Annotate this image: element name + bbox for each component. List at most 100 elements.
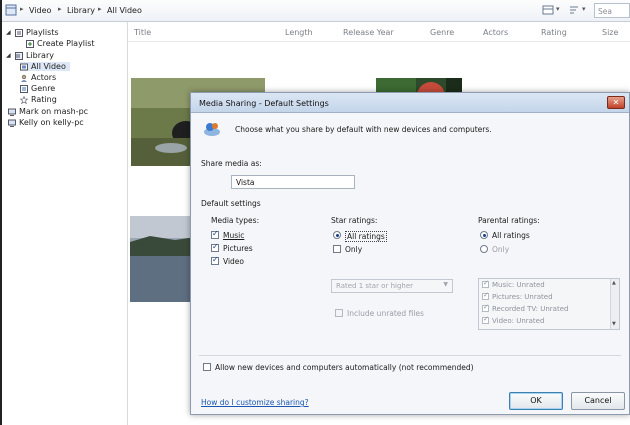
- sidebar-item-create-playlist[interactable]: Create Playlist: [26, 39, 95, 48]
- allow-new-devices-checkbox[interactable]: [203, 363, 211, 371]
- chevron-down-icon[interactable]: ▾: [556, 5, 560, 13]
- sidebar-item-label: Mark on mash-pc: [19, 107, 89, 116]
- star-only-label[interactable]: Only: [345, 245, 362, 254]
- genre-icon: [20, 84, 28, 93]
- chevron-down-icon[interactable]: ▾: [582, 5, 586, 13]
- parental-all-ratings-label[interactable]: All ratings: [492, 231, 530, 240]
- parental-all-ratings-radio[interactable]: [480, 231, 488, 239]
- list-scrollbar[interactable]: ▲ ▼: [610, 279, 619, 329]
- actor-icon: [21, 74, 27, 82]
- sidebar-item-actors[interactable]: Actors: [20, 73, 56, 82]
- cancel-button[interactable]: Cancel: [571, 392, 625, 410]
- media-sharing-dialog: Media Sharing - Default Settings ✕ Choos…: [190, 92, 630, 415]
- column-size[interactable]: Size: [602, 28, 618, 37]
- music-checkbox-label[interactable]: Music: [223, 231, 244, 240]
- column-title[interactable]: Title: [134, 28, 151, 37]
- sidebar-item-label: Library: [26, 51, 54, 60]
- list-item-checkbox[interactable]: [482, 315, 489, 324]
- library-icon: [15, 51, 23, 60]
- chevron-down-icon: ▼: [443, 281, 448, 288]
- breadcrumb-bar: ▸ Video ▸ Library ▸ All Video ▾ ▾ Sea: [2, 0, 630, 22]
- list-item[interactable]: Pictures: Unrated: [482, 291, 553, 301]
- parental-only-radio[interactable]: [480, 245, 488, 253]
- video-thumbnail[interactable]: [130, 216, 196, 302]
- media-sharing-icon: [204, 123, 220, 136]
- default-settings-label: Default settings: [201, 199, 261, 208]
- parental-only-label[interactable]: Only: [492, 245, 509, 254]
- media-player-window: ▸ Video ▸ Library ▸ All Video ▾ ▾ Sea ◢ …: [0, 0, 630, 425]
- list-item-checkbox[interactable]: [482, 279, 489, 288]
- sidebar-item-label: Actors: [31, 73, 57, 82]
- video-checkbox[interactable]: [211, 255, 219, 265]
- column-length[interactable]: Length: [285, 28, 313, 37]
- sidebar-item-label: Playlists: [26, 28, 59, 37]
- list-item-checkbox[interactable]: [482, 291, 489, 300]
- share-media-name-input[interactable]: Vista: [231, 175, 355, 189]
- sidebar-item-label: All Video: [31, 62, 66, 71]
- pictures-checkbox-label[interactable]: Pictures: [223, 244, 253, 253]
- search-input[interactable]: Sea: [594, 3, 630, 18]
- scroll-up-icon[interactable]: ▲: [612, 280, 616, 286]
- close-button[interactable]: ✕: [607, 96, 625, 109]
- star-rating-dropdown-value: Rated 1 star or higher: [336, 282, 414, 290]
- star-rating-dropdown[interactable]: Rated 1 star or higher ▼: [331, 279, 453, 293]
- media-types-label: Media types:: [211, 216, 260, 225]
- layout-icon[interactable]: [5, 4, 17, 16]
- view-options-icon[interactable]: [542, 4, 554, 16]
- playlist-icon: [15, 28, 23, 37]
- list-item[interactable]: Recorded TV: Unrated: [482, 303, 569, 313]
- pictures-checkbox[interactable]: [211, 242, 219, 252]
- sidebar-item-all-video[interactable]: All Video: [20, 62, 70, 71]
- column-release-year[interactable]: Release Year: [343, 28, 394, 37]
- music-checkbox[interactable]: [211, 229, 219, 239]
- search-placeholder: Sea: [598, 7, 612, 16]
- share-media-label: Share media as:: [201, 159, 262, 168]
- dialog-title: Media Sharing - Default Settings: [199, 99, 329, 108]
- sidebar-item-playlists[interactable]: ◢ Playlists: [6, 28, 59, 37]
- star-all-ratings-radio[interactable]: [333, 231, 341, 239]
- sort-icon[interactable]: [568, 4, 580, 16]
- column-actors[interactable]: Actors: [483, 28, 508, 37]
- breadcrumb-video[interactable]: Video: [29, 6, 51, 15]
- sidebar-item-genre[interactable]: Genre: [20, 84, 55, 93]
- list-item-label: Recorded TV: Unrated: [492, 305, 569, 313]
- breadcrumb-all-video[interactable]: All Video: [107, 6, 142, 15]
- list-item-checkbox[interactable]: [482, 303, 489, 312]
- sidebar-item-rating[interactable]: Rating: [20, 95, 57, 104]
- collapse-icon[interactable]: ◢: [6, 52, 12, 59]
- ok-button[interactable]: OK: [509, 392, 563, 410]
- sidebar-item-library[interactable]: ◢ Library: [6, 51, 54, 60]
- column-header: Title Length Release Year Genre Actors R…: [128, 22, 630, 42]
- breadcrumb-library[interactable]: Library: [67, 6, 95, 15]
- list-item[interactable]: Video: Unrated: [482, 315, 545, 325]
- column-genre[interactable]: Genre: [430, 28, 454, 37]
- chevron-right-icon: ▸: [98, 5, 102, 13]
- dialog-title-bar[interactable]: Media Sharing - Default Settings ✕: [191, 93, 629, 113]
- sidebar-item-label: Kelly on kelly-pc: [19, 118, 84, 127]
- navigation-pane: ◢ Playlists Create Playlist ◢ Library Al…: [2, 22, 128, 425]
- sidebar-item-mark-on-mash-pc[interactable]: Mark on mash-pc: [8, 107, 88, 116]
- list-item[interactable]: Music: Unrated: [482, 279, 545, 289]
- sidebar-item-label: Rating: [31, 95, 57, 104]
- include-unrated-label[interactable]: Include unrated files: [347, 309, 424, 318]
- parental-ratings-label: Parental ratings:: [478, 216, 540, 225]
- star-only-checkbox[interactable]: [333, 245, 341, 253]
- collapse-icon[interactable]: ◢: [6, 29, 12, 36]
- list-item-label: Video: Unrated: [492, 317, 545, 325]
- include-unrated-checkbox[interactable]: [335, 309, 343, 317]
- shared-library-icon: [8, 119, 16, 127]
- chevron-right-icon: ▸: [58, 5, 62, 13]
- sidebar-item-kelly-on-kelly-pc[interactable]: Kelly on kelly-pc: [8, 118, 84, 127]
- star-all-ratings-label[interactable]: All ratings: [345, 231, 387, 242]
- allow-new-devices-label[interactable]: Allow new devices and computers automati…: [215, 363, 474, 372]
- chevron-right-icon: ▸: [20, 5, 24, 13]
- star-icon: [20, 95, 28, 104]
- video-checkbox-label[interactable]: Video: [223, 257, 244, 266]
- help-link[interactable]: How do I customize sharing?: [201, 398, 309, 407]
- list-item-label: Music: Unrated: [492, 281, 545, 289]
- star-ratings-label: Star ratings:: [331, 216, 378, 225]
- parental-ratings-list[interactable]: Music: Unrated Pictures: Unrated Recorde…: [478, 278, 620, 330]
- video-icon: [20, 63, 28, 70]
- scroll-down-icon[interactable]: ▼: [612, 321, 616, 327]
- column-rating[interactable]: Rating: [541, 28, 567, 37]
